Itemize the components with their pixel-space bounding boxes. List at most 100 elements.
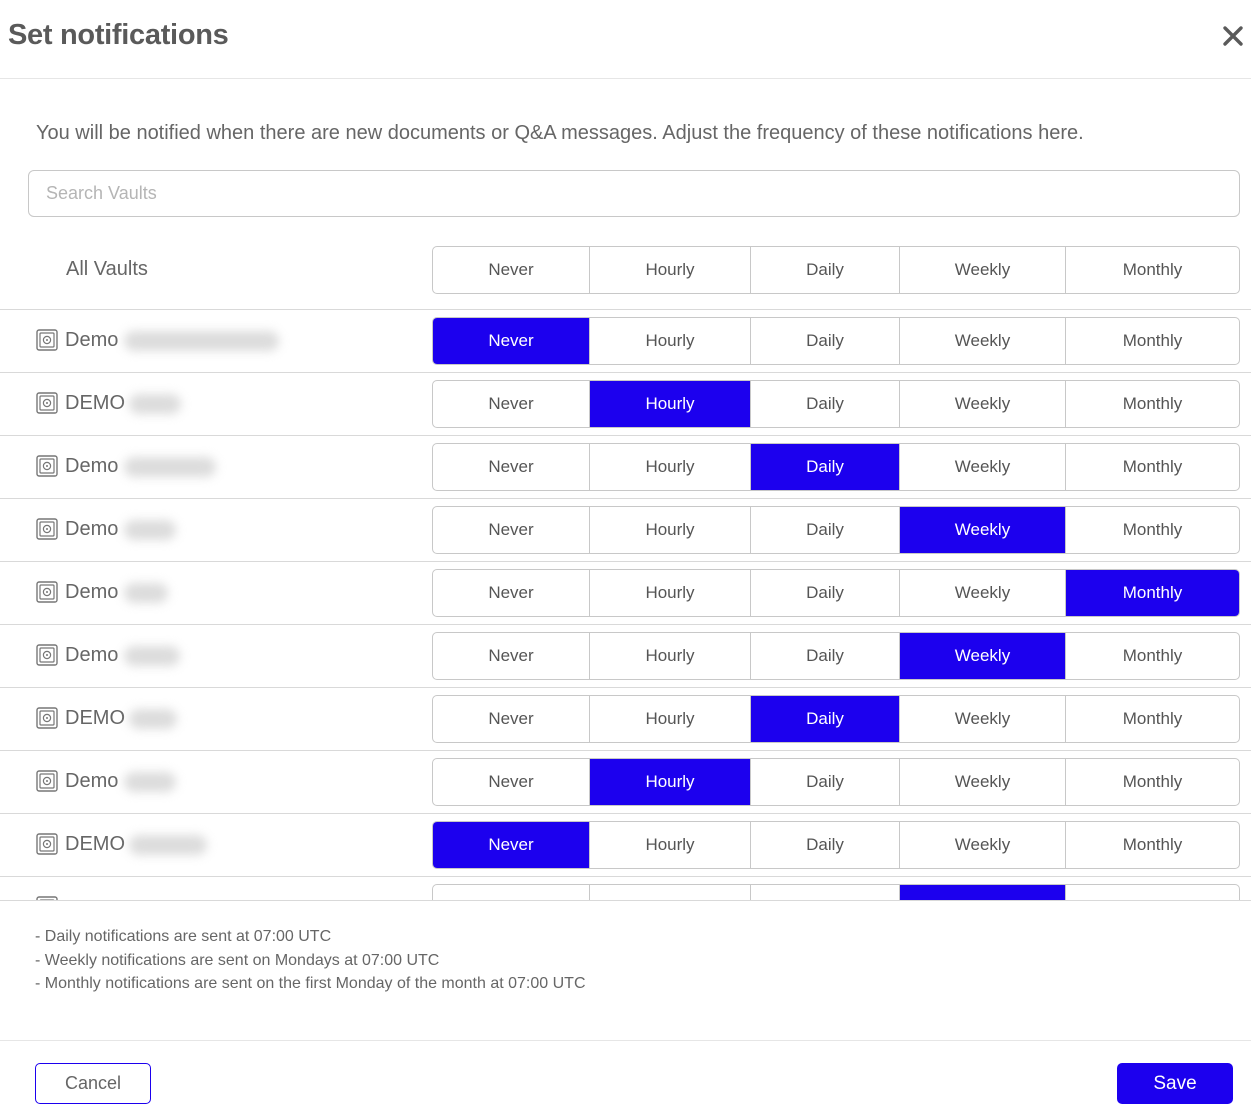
note-weekly: - Weekly notifications are sent on Monda… <box>35 951 440 969</box>
all-vaults-row: All Vaults Never Hourly Daily Weekly Monthly <box>0 240 1251 310</box>
vault-6-option-never[interactable]: Never <box>433 633 590 679</box>
vault-9-option-monthly[interactable]: Monthly <box>1066 822 1239 868</box>
vault-8-option-hourly[interactable]: Hourly <box>590 759 751 805</box>
note-daily: - Daily notifications are sent at 07:00 … <box>35 928 332 945</box>
vault-1-option-monthly[interactable]: Monthly <box>1066 318 1239 364</box>
vault-row: Demo Never Hourly Daily Weekly Monthly <box>0 562 1251 625</box>
vault-row: Demo Never Hourly Daily Weekly Monthly <box>0 751 1251 814</box>
vault-8-option-weekly[interactable]: Weekly <box>900 759 1066 805</box>
vault-2-option-daily[interactable]: Daily <box>751 381 900 427</box>
all-vaults-option-hourly[interactable]: Hourly <box>590 247 751 293</box>
redacted-vault-name <box>124 646 180 666</box>
vault-4-option-never[interactable]: Never <box>433 507 590 553</box>
vault-1-option-hourly[interactable]: Hourly <box>590 318 751 364</box>
vault-3-option-hourly[interactable]: Hourly <box>590 444 751 490</box>
vault-9-option-weekly[interactable]: Weekly <box>900 822 1066 868</box>
vault-icon <box>36 707 58 729</box>
redacted-vault-name <box>124 772 176 792</box>
vault-3-option-weekly[interactable]: Weekly <box>900 444 1066 490</box>
vault-4-option-weekly[interactable]: Weekly <box>900 507 1066 553</box>
vault-9-option-daily[interactable]: Daily <box>751 822 900 868</box>
all-vaults-option-daily[interactable]: Daily <box>751 247 900 293</box>
vault-8-option-daily[interactable]: Daily <box>751 759 900 805</box>
all-vaults-option-never[interactable]: Never <box>433 247 590 293</box>
cancel-button[interactable]: Cancel <box>35 1063 151 1104</box>
intro-text: You will be notified when there are new … <box>36 122 1084 144</box>
vault-4-option-hourly[interactable]: Hourly <box>590 507 751 553</box>
vault-10-option-never[interactable]: Never <box>433 885 590 900</box>
vault-row: NeverHourlyDailyWeeklyMonthly <box>0 877 1251 900</box>
vault-frequency-selector: NeverHourlyDailyWeeklyMonthly <box>432 884 1240 900</box>
vault-name: DEMO <box>65 833 125 855</box>
vault-5-option-hourly[interactable]: Hourly <box>590 570 751 616</box>
dialog-title: Set notifications <box>8 19 229 51</box>
vault-3-option-daily[interactable]: Daily <box>751 444 900 490</box>
dialog-header: Set notifications <box>0 0 1251 79</box>
vault-10-option-hourly[interactable]: Hourly <box>590 885 751 900</box>
vault-1-option-daily[interactable]: Daily <box>751 318 900 364</box>
vault-5-option-monthly[interactable]: Monthly <box>1066 570 1239 616</box>
all-vaults-option-weekly[interactable]: Weekly <box>900 247 1066 293</box>
redacted-vault-name <box>124 520 176 540</box>
vault-7-option-monthly[interactable]: Monthly <box>1066 696 1239 742</box>
vault-5-option-never[interactable]: Never <box>433 570 590 616</box>
vault-10-option-daily[interactable]: Daily <box>751 885 900 900</box>
vault-row: Demo Never Hourly Daily Weekly Monthly <box>0 436 1251 499</box>
vault-7-option-daily[interactable]: Daily <box>751 696 900 742</box>
vault-1-option-never[interactable]: Never <box>433 318 590 364</box>
vault-name: DEMO <box>65 392 125 414</box>
vault-6-option-monthly[interactable]: Monthly <box>1066 633 1239 679</box>
redacted-vault-name <box>129 709 177 729</box>
vault-8-option-monthly[interactable]: Monthly <box>1066 759 1239 805</box>
vault-4-option-monthly[interactable]: Monthly <box>1066 507 1239 553</box>
vault-9-option-hourly[interactable]: Hourly <box>590 822 751 868</box>
vault-4-option-daily[interactable]: Daily <box>751 507 900 553</box>
vault-row: Demo Never Hourly Daily Weekly Monthly <box>0 310 1251 373</box>
save-button[interactable]: Save <box>1117 1063 1233 1104</box>
vault-frequency-selector: NeverHourlyDailyWeeklyMonthly <box>432 380 1240 428</box>
vault-2-option-monthly[interactable]: Monthly <box>1066 381 1239 427</box>
vault-name: Demo <box>65 329 119 351</box>
vault-10-option-monthly[interactable]: Monthly <box>1066 885 1239 900</box>
vault-row: Demo Never Hourly Daily Weekly Monthly <box>0 625 1251 688</box>
vault-list[interactable]: Demo Never Hourly Daily Weekly Monthly DEMO Nev… <box>0 310 1251 901</box>
vault-frequency-selector: NeverHourlyDailyWeeklyMonthly <box>432 821 1240 869</box>
vault-7-option-hourly[interactable]: Hourly <box>590 696 751 742</box>
vault-1-option-weekly[interactable]: Weekly <box>900 318 1066 364</box>
vault-row: DEMO Never Hourly Daily Weekly Monthly <box>0 814 1251 877</box>
all-vaults-frequency-selector: Never Hourly Daily Weekly Monthly <box>432 246 1240 294</box>
vault-6-option-daily[interactable]: Daily <box>751 633 900 679</box>
vault-icon <box>36 644 58 666</box>
vault-8-option-never[interactable]: Never <box>433 759 590 805</box>
vault-row: Demo Never Hourly Daily Weekly Monthly <box>0 499 1251 562</box>
all-vaults-option-monthly[interactable]: Monthly <box>1066 247 1239 293</box>
vault-3-option-never[interactable]: Never <box>433 444 590 490</box>
vault-2-option-weekly[interactable]: Weekly <box>900 381 1066 427</box>
vault-frequency-selector: NeverHourlyDailyWeeklyMonthly <box>432 632 1240 680</box>
close-button[interactable] <box>1217 20 1249 52</box>
vault-2-option-hourly[interactable]: Hourly <box>590 381 751 427</box>
vault-7-option-weekly[interactable]: Weekly <box>900 696 1066 742</box>
search-input[interactable] <box>28 170 1240 217</box>
vault-icon <box>36 392 58 414</box>
note-monthly: - Monthly notifications are sent on the … <box>35 975 586 992</box>
vault-6-option-weekly[interactable]: Weekly <box>900 633 1066 679</box>
vault-frequency-selector: NeverHourlyDailyWeeklyMonthly <box>432 569 1240 617</box>
vault-icon <box>36 896 58 900</box>
close-icon <box>1223 26 1243 46</box>
vault-2-option-never[interactable]: Never <box>433 381 590 427</box>
vault-5-option-weekly[interactable]: Weekly <box>900 570 1066 616</box>
redacted-vault-name <box>129 835 207 855</box>
dialog-footer: Cancel Save <box>0 1040 1251 1114</box>
vault-3-option-monthly[interactable]: Monthly <box>1066 444 1239 490</box>
vault-6-option-hourly[interactable]: Hourly <box>590 633 751 679</box>
vault-10-option-weekly[interactable]: Weekly <box>900 885 1066 900</box>
vault-7-option-never[interactable]: Never <box>433 696 590 742</box>
vault-name: Demo <box>65 518 119 540</box>
redacted-vault-name <box>129 394 181 414</box>
vault-5-option-daily[interactable]: Daily <box>751 570 900 616</box>
vault-name: DEMO <box>65 707 125 729</box>
vault-9-option-never[interactable]: Never <box>433 822 590 868</box>
vault-icon <box>36 581 58 603</box>
redacted-vault-name <box>124 583 168 603</box>
